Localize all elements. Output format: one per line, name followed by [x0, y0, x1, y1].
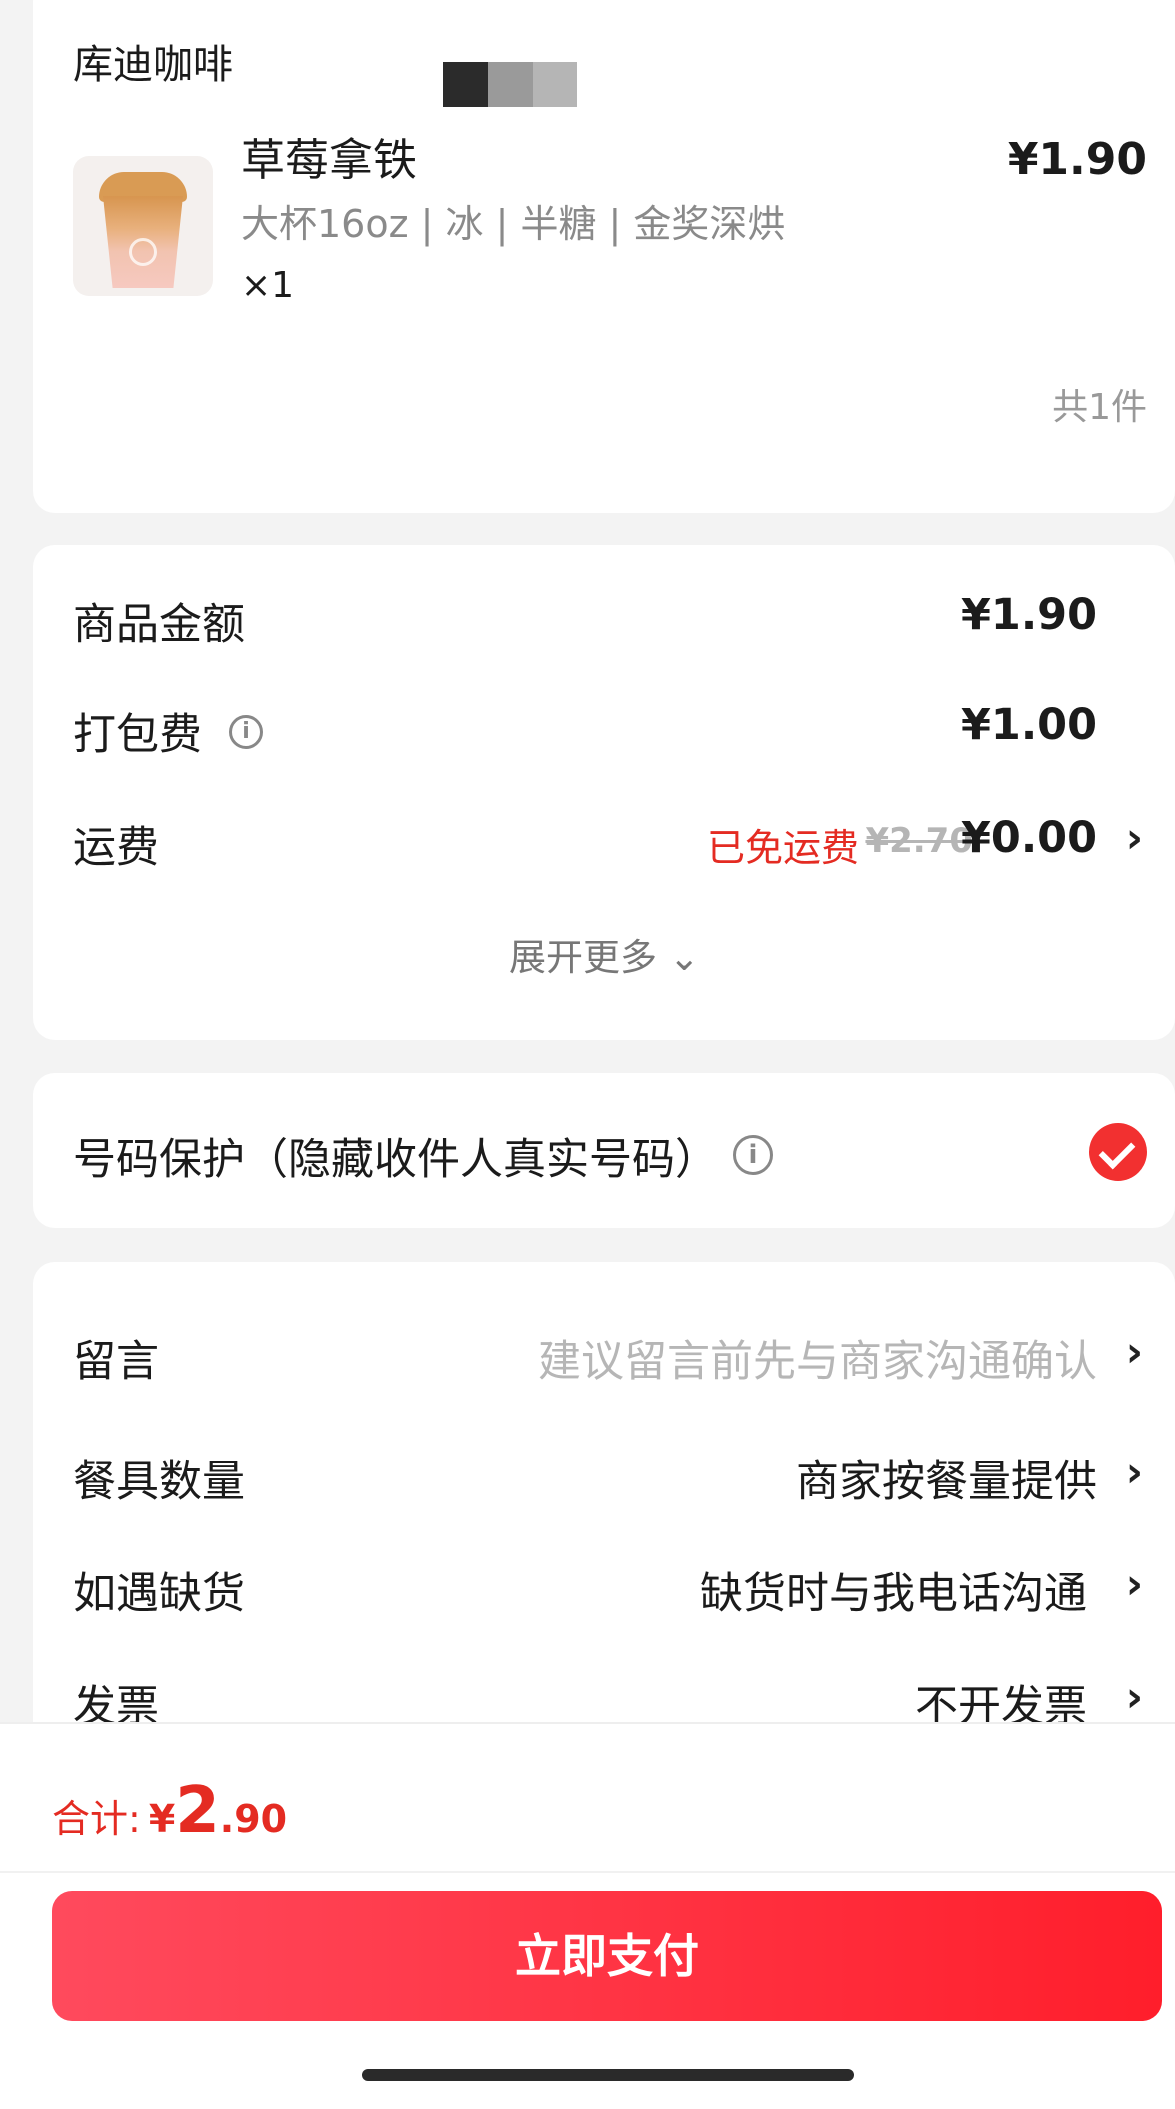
- product-spec: 大杯16oz | 冰 | 半糖 | 金奖深烘: [241, 202, 786, 246]
- checkout-bar: 合计: ¥2.90 立即支付: [0, 1722, 1175, 2109]
- fees-card: 商品金额 ¥1.90 打包费 i ¥1.00 运费 已免运费 ¥2.70 ¥0.…: [33, 545, 1175, 1040]
- shipping-fee-value[interactable]: ¥0.00: [961, 813, 1097, 863]
- goods-amount-label: 商品金额: [73, 600, 245, 650]
- product-quantity: ×1: [241, 265, 295, 306]
- note-input[interactable]: 建议留言前先与商家沟通确认: [538, 1327, 1097, 1389]
- product-price: ¥1.90: [1007, 134, 1147, 185]
- product-thumbnail[interactable]: [73, 156, 213, 296]
- redaction-block: [488, 62, 533, 107]
- chevron-right-icon[interactable]: ›: [1126, 813, 1143, 862]
- redaction-block: [443, 62, 488, 107]
- shipping-fee-label: 运费: [73, 823, 159, 873]
- info-icon[interactable]: i: [733, 1135, 773, 1175]
- expand-more-button[interactable]: 展开更多 ⌄: [509, 927, 700, 981]
- chevron-right-icon[interactable]: ›: [1126, 1327, 1143, 1376]
- item-count: 共1件: [1052, 387, 1147, 428]
- free-shipping-tag: 已免运费: [706, 826, 859, 870]
- total-decimal: .90: [219, 1797, 288, 1841]
- phone-protection-card: 号码保护（隐藏收件人真实号码） i: [33, 1073, 1175, 1228]
- stockout-value[interactable]: 缺货时与我电话沟通: [700, 1559, 1087, 1621]
- total-label: 合计:: [52, 1797, 141, 1841]
- total-amount: 合计: ¥2.90: [52, 1774, 287, 1848]
- packing-fee-value: ¥1.00: [960, 700, 1097, 750]
- chevron-right-icon[interactable]: ›: [1126, 1447, 1143, 1496]
- stockout-label: 如遇缺货: [73, 1569, 245, 1619]
- tableware-label: 餐具数量: [73, 1457, 245, 1507]
- packing-fee-label: 打包费: [73, 710, 202, 760]
- chevron-right-icon[interactable]: ›: [1126, 1559, 1143, 1608]
- note-label: 留言: [73, 1337, 159, 1387]
- phone-protection-label: 号码保护（隐藏收件人真实号码）: [73, 1135, 718, 1185]
- home-indicator[interactable]: [362, 2069, 854, 2081]
- tableware-value[interactable]: 商家按餐量提供: [796, 1447, 1097, 1509]
- cup-logo-icon: [129, 238, 157, 266]
- original-shipping-fee: ¥2.70: [865, 821, 973, 861]
- total-integer: 2: [175, 1774, 220, 1848]
- chevron-right-icon[interactable]: ›: [1126, 1672, 1143, 1721]
- total-currency: ¥: [148, 1797, 176, 1841]
- redaction-block: [533, 62, 577, 107]
- check-icon[interactable]: [1089, 1123, 1147, 1181]
- order-options-card: 留言 建议留言前先与商家沟通确认 › 餐具数量 商家按餐量提供 › 如遇缺货 缺…: [33, 1262, 1175, 1782]
- product-name: 草莓拿铁: [241, 135, 417, 186]
- order-card: 库迪咖啡 草莓拿铁 大杯16oz | 冰 | 半糖 | 金奖深烘 ×1 ¥1.9…: [33, 0, 1175, 513]
- goods-amount-value: ¥1.90: [960, 590, 1097, 640]
- shop-name[interactable]: 库迪咖啡: [73, 32, 233, 90]
- divider: [0, 1871, 1175, 1873]
- pay-now-button[interactable]: 立即支付: [52, 1891, 1162, 2021]
- info-icon[interactable]: i: [229, 715, 263, 749]
